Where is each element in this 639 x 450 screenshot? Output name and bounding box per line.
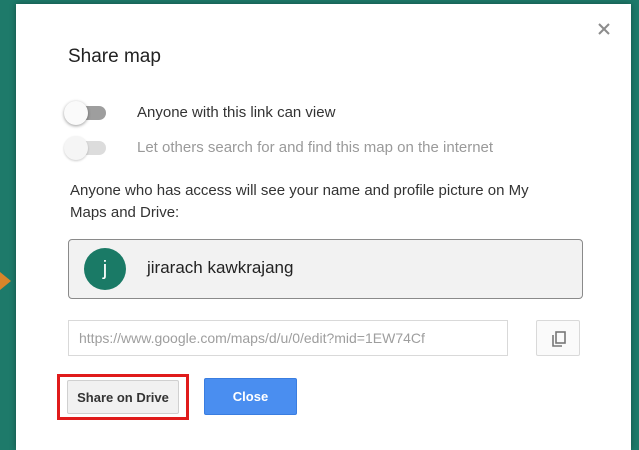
dialog-title: Share map	[68, 46, 161, 67]
avatar: j	[84, 248, 126, 290]
copy-link-button[interactable]	[536, 320, 580, 356]
search-visibility-toggle-label: Let others search for and find this map …	[137, 139, 494, 156]
toggle-thumb	[64, 136, 88, 160]
access-info-text: Anyone who has access will see your name…	[70, 182, 529, 221]
owner-card: j jirarach kawkrajang	[68, 239, 583, 299]
owner-name: jirarach kawkrajang	[147, 258, 294, 277]
close-button[interactable]: Close	[204, 378, 297, 415]
pointer-arrow	[0, 272, 11, 290]
copy-icon	[552, 331, 566, 347]
share-link-field[interactable]	[68, 320, 508, 356]
share-on-drive-button[interactable]: Share on Drive	[67, 380, 179, 414]
share-map-dialog: Share map Anyone with this link can view…	[16, 4, 631, 450]
link-view-toggle-label: Anyone with this link can view	[137, 104, 336, 121]
toggle-thumb	[64, 101, 88, 125]
close-icon[interactable]	[593, 18, 615, 40]
